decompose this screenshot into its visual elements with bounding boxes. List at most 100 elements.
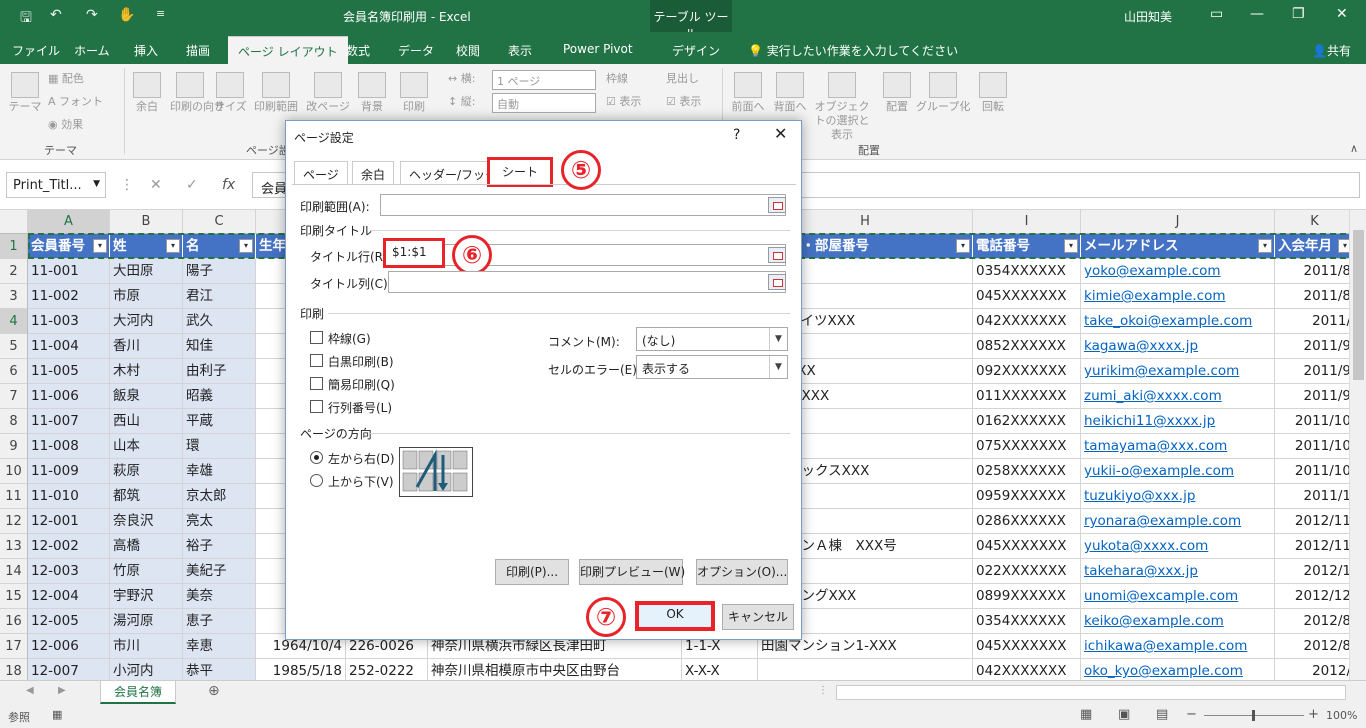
align-button[interactable]: 配置 bbox=[882, 72, 912, 114]
vertical-scrollbar[interactable] bbox=[1349, 210, 1366, 680]
row-header[interactable]: 4 bbox=[0, 309, 28, 334]
filter-dropdown-icon[interactable]: ▾ bbox=[93, 239, 107, 253]
row-header[interactable]: 5 bbox=[0, 334, 28, 359]
ribbon-display-icon[interactable]: ▭ bbox=[1210, 6, 1223, 22]
email-link-cell[interactable]: takehara@xxx.jp bbox=[1081, 559, 1275, 584]
redo-icon[interactable]: ↷ bbox=[86, 7, 98, 23]
table-cell[interactable]: 2012/ bbox=[1275, 659, 1355, 680]
row-header[interactable]: 11 bbox=[0, 484, 28, 509]
table-cell[interactable]: 京太郎 bbox=[183, 484, 256, 509]
table-cell[interactable]: 湯河原 bbox=[110, 609, 183, 634]
table-cell[interactable]: 2012/12 bbox=[1275, 584, 1355, 609]
table-cell[interactable]: 11-009 bbox=[28, 459, 110, 484]
print-preview-button[interactable]: 印刷プレビュー(W) bbox=[579, 559, 685, 585]
scale-height[interactable]: ↕ 縦: bbox=[448, 95, 475, 109]
row-header[interactable]: 9 bbox=[0, 434, 28, 459]
table-cell[interactable]: 0354XXXXXX bbox=[973, 259, 1081, 284]
tab-file[interactable]: ファイル bbox=[12, 42, 60, 59]
table-cell[interactable]: 大河内 bbox=[110, 309, 183, 334]
enter-icon[interactable]: ✓ bbox=[186, 177, 198, 193]
print-titles-button[interactable]: 印刷 bbox=[398, 72, 430, 114]
effects-button[interactable]: ◉ 効果 bbox=[48, 118, 83, 132]
header-cell[interactable]: 会員番号 ▾ bbox=[28, 234, 110, 259]
size-button[interactable]: サイズ bbox=[214, 72, 247, 114]
table-cell[interactable]: 市川 bbox=[110, 634, 183, 659]
range-select-icon[interactable] bbox=[768, 274, 786, 290]
zoom-slider-thumb[interactable] bbox=[1252, 710, 1255, 721]
email-link-cell[interactable]: keiko@example.com bbox=[1081, 609, 1275, 634]
table-cell[interactable]: 11-008 bbox=[28, 434, 110, 459]
table-cell[interactable]: 幸雄 bbox=[183, 459, 256, 484]
share-button[interactable]: 👤共有 bbox=[1312, 42, 1351, 59]
filter-dropdown-icon[interactable]: ▾ bbox=[166, 239, 180, 253]
scale-height-select[interactable]: 自動 bbox=[492, 93, 596, 113]
ok-button[interactable]: OK bbox=[635, 601, 715, 631]
table-cell[interactable]: 022XXXXXXX bbox=[973, 559, 1081, 584]
email-link-cell[interactable]: yoko@example.com bbox=[1081, 259, 1275, 284]
table-cell[interactable]: 萩原 bbox=[110, 459, 183, 484]
tab-review[interactable]: 校閲 bbox=[456, 42, 480, 59]
row-header[interactable]: 10 bbox=[0, 459, 28, 484]
row-header[interactable]: 15 bbox=[0, 584, 28, 609]
group-button[interactable]: グループ化 bbox=[916, 72, 970, 114]
email-link-cell[interactable]: tuzukiyo@xxx.jp bbox=[1081, 484, 1275, 509]
table-cell[interactable]: 12-001 bbox=[28, 509, 110, 534]
table-cell[interactable]: 2012/1 bbox=[1275, 559, 1355, 584]
table-cell[interactable]: 12-004 bbox=[28, 584, 110, 609]
zoom-out-icon[interactable]: − bbox=[1186, 707, 1197, 722]
column-header[interactable]: K bbox=[1275, 210, 1355, 234]
filter-dropdown-icon[interactable]: ▾ bbox=[1064, 239, 1078, 253]
customize-qat-icon[interactable]: ≡ bbox=[156, 7, 165, 20]
scroll-thumb[interactable] bbox=[1353, 230, 1364, 380]
row-header[interactable]: 2 bbox=[0, 259, 28, 284]
zoom-level[interactable]: 100% bbox=[1326, 709, 1357, 722]
add-sheet-icon[interactable]: ⊕ bbox=[208, 683, 220, 699]
header-cell[interactable]: 電話番号 ▾ bbox=[973, 234, 1081, 259]
table-cell[interactable] bbox=[758, 659, 973, 680]
title-rows-input[interactable] bbox=[388, 244, 786, 266]
bring-forward-button[interactable]: 前面へ bbox=[730, 72, 766, 114]
header-cell[interactable]: 入会年月 ▾ bbox=[1275, 234, 1355, 259]
column-header[interactable]: C bbox=[183, 210, 256, 234]
table-cell[interactable]: 2011/ bbox=[1275, 309, 1355, 334]
table-cell[interactable]: 奈良沢 bbox=[110, 509, 183, 534]
row-header[interactable]: 6 bbox=[0, 359, 28, 384]
table-cell[interactable]: 0258XXXXXX bbox=[973, 459, 1081, 484]
header-cell[interactable]: 姓 ▾ bbox=[110, 234, 183, 259]
filter-dropdown-icon[interactable]: ▾ bbox=[956, 239, 970, 253]
macro-record-icon[interactable]: ▦ bbox=[52, 708, 62, 721]
table-cell[interactable]: 12-006 bbox=[28, 634, 110, 659]
table-cell[interactable]: 神奈川県相模原市中央区由野台 bbox=[428, 659, 682, 680]
email-link-cell[interactable]: unomi@excample.com bbox=[1081, 584, 1275, 609]
table-cell[interactable]: 11-010 bbox=[28, 484, 110, 509]
table-cell[interactable]: 0899XXXXXX bbox=[973, 584, 1081, 609]
gridlines-checkbox[interactable] bbox=[310, 331, 323, 344]
insert-function-icon[interactable]: fx bbox=[222, 177, 235, 193]
table-cell[interactable]: 2011/8 bbox=[1275, 284, 1355, 309]
undo-icon[interactable]: ↶ bbox=[50, 7, 62, 23]
email-link-cell[interactable]: yukii-o@example.com bbox=[1081, 459, 1275, 484]
column-header[interactable]: B bbox=[110, 210, 183, 234]
zoom-in-icon[interactable]: + bbox=[1308, 707, 1319, 722]
tab-formulas[interactable]: 数式 bbox=[346, 42, 370, 59]
table-cell[interactable]: 12-002 bbox=[28, 534, 110, 559]
minimize-icon[interactable]: — bbox=[1250, 6, 1264, 22]
tab-power-pivot[interactable]: Power Pivot bbox=[563, 42, 633, 56]
breaks-button[interactable]: 改ページ bbox=[306, 72, 350, 114]
colors-button[interactable]: ▦ 配色 bbox=[48, 72, 84, 86]
email-link-cell[interactable]: yurikim@example.com bbox=[1081, 359, 1275, 384]
draft-quality-checkbox[interactable] bbox=[310, 377, 323, 390]
filter-dropdown-icon[interactable]: ▾ bbox=[1258, 239, 1272, 253]
table-cell[interactable]: 12-003 bbox=[28, 559, 110, 584]
next-sheet-icon[interactable]: ▶ bbox=[58, 685, 66, 696]
range-select-icon[interactable] bbox=[768, 247, 786, 263]
table-cell[interactable]: 由利子 bbox=[183, 359, 256, 384]
table-cell[interactable]: 武久 bbox=[183, 309, 256, 334]
table-cell[interactable]: 2012/11 bbox=[1275, 534, 1355, 559]
row-col-headings-checkbox[interactable] bbox=[310, 400, 323, 413]
background-button[interactable]: 背景 bbox=[356, 72, 388, 114]
table-cell[interactable]: 0162XXXXXX bbox=[973, 409, 1081, 434]
table-cell[interactable]: 0852XXXXXX bbox=[973, 334, 1081, 359]
table-cell[interactable]: 2011/9 bbox=[1275, 334, 1355, 359]
row-header[interactable]: 12 bbox=[0, 509, 28, 534]
